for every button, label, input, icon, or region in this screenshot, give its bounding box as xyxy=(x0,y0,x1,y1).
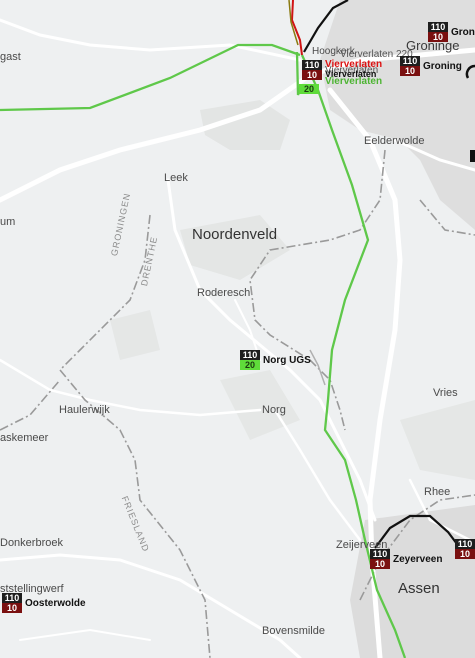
badge-voltage: 110 xyxy=(400,56,420,66)
badge-count: 20 xyxy=(299,84,319,94)
place-noordenveld: Noordenveld xyxy=(192,226,278,243)
station-label-zeyerveen[interactable]: Zeyerveen xyxy=(393,555,442,565)
substation-marker xyxy=(470,150,475,162)
place-gast: gast xyxy=(0,51,21,63)
place-norg: Norg xyxy=(262,404,286,416)
badge-count: 10 xyxy=(302,70,322,80)
place-askemeer: askemeer xyxy=(0,432,49,444)
place-leek: Leek xyxy=(164,172,188,184)
badge-count: 10 xyxy=(428,32,448,42)
badge-count: 10 xyxy=(2,603,22,613)
badge-count: 10 xyxy=(370,559,390,569)
badge-count: 10 xyxy=(400,66,420,76)
station-label-norg-ugs[interactable]: Norg UGS xyxy=(263,356,311,366)
place-donkerbroek: Donkerbroek xyxy=(0,537,63,549)
station-badge-zeyerveen-east[interactable]: 110 10 xyxy=(455,539,475,559)
map-canvas[interactable]: gast Groninge Hoogkerk Vierverlaten 220 … xyxy=(0,0,475,658)
badge-count: 20 xyxy=(240,360,260,370)
place-bovensmilde: Bovensmilde xyxy=(262,625,325,637)
station-label-groningen[interactable]: Groning xyxy=(423,62,462,72)
station-label-gron[interactable]: Gron xyxy=(451,28,475,38)
station-badge-gron[interactable]: 110 10 xyxy=(428,22,448,42)
station-label-vierverlaten-green[interactable]: Vierverlaten xyxy=(325,77,382,87)
station-badge-oosterwolde[interactable]: 110 10 xyxy=(2,593,22,613)
station-badge-zeyerveen[interactable]: 110 10 xyxy=(370,549,390,569)
place-rhee: Rhee xyxy=(424,486,451,498)
badge-voltage: 110 xyxy=(2,593,22,603)
station-label-oosterwolde[interactable]: Oosterwolde xyxy=(25,599,86,609)
station-badge-norg-ugs[interactable]: 110 20 xyxy=(240,350,260,370)
place-haulerwijk: Haulerwijk xyxy=(59,404,110,416)
badge-count: 10 xyxy=(455,549,475,559)
station-badge-groningen[interactable]: 110 10 xyxy=(400,56,420,76)
place-roderesch: Roderesch xyxy=(197,287,251,299)
badge-voltage: 110 xyxy=(240,350,260,360)
badge-voltage: 110 xyxy=(428,22,448,32)
station-badge-vierverlaten[interactable]: 110 10 xyxy=(302,60,322,80)
badge-voltage: 110 xyxy=(370,549,390,559)
place-um: um xyxy=(0,216,16,228)
badge-voltage: 110 xyxy=(302,60,322,70)
place-eelderwolde: Eelderwolde xyxy=(364,135,425,147)
place-assen: Assen xyxy=(398,580,440,597)
badge-voltage: 110 xyxy=(455,539,475,549)
station-badge-vierverlaten-green[interactable]: 20 xyxy=(299,84,319,94)
place-vries: Vries xyxy=(433,387,458,399)
